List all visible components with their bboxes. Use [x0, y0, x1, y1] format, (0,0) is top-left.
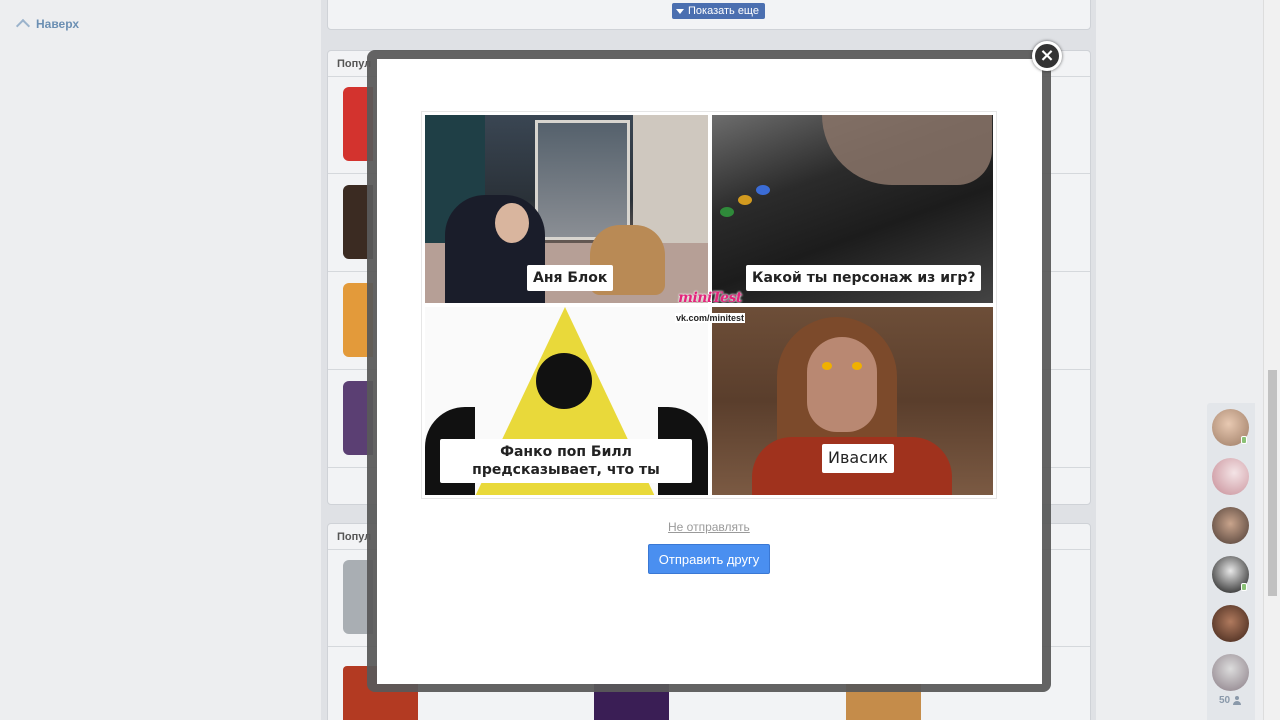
- collage-tile-3: Фанко поп Билл предсказывает, что ты: [425, 307, 708, 495]
- close-icon[interactable]: ×: [1032, 41, 1062, 71]
- back-to-top-label: Наверх: [36, 16, 80, 31]
- scene-hand: [822, 115, 992, 185]
- tile-caption: Ивасик: [822, 444, 895, 473]
- tile-caption: Фанко поп Билл предсказывает, что ты: [440, 439, 692, 484]
- back-to-top-link[interactable]: Наверх: [15, 16, 80, 34]
- scrollbar-thumb[interactable]: [1268, 370, 1277, 596]
- chevron-up-icon: [15, 18, 31, 34]
- feed-card-top: Показать еще: [327, 0, 1091, 30]
- minitest-url: vk.com/minitest: [674, 313, 746, 323]
- quiz-collage: Аня Блок Какой ты персонаж из игр? Фанко…: [421, 111, 997, 499]
- caret-down-icon: [676, 8, 684, 14]
- send-to-friend-button[interactable]: Отправить другу: [648, 544, 770, 574]
- person-icon: [1233, 696, 1242, 705]
- online-indicator: [1241, 436, 1247, 444]
- controller-button: [720, 207, 734, 217]
- tile-caption: Аня Блок: [527, 265, 614, 292]
- dont-send-link[interactable]: Не отправлять: [668, 520, 750, 534]
- friends-count[interactable]: 50: [1219, 695, 1242, 706]
- collage-tile-4: Ивасик: [712, 307, 993, 495]
- show-more-label: Показать еще: [688, 5, 759, 17]
- scene-eye: [852, 362, 862, 370]
- controller-button: [738, 195, 752, 205]
- online-indicator: [1241, 583, 1247, 591]
- collage-tile-2: Какой ты персонаж из игр?: [712, 115, 993, 303]
- controller-button: [756, 185, 770, 195]
- friend-avatar[interactable]: [1212, 507, 1249, 544]
- friends-online-panel: 50: [1207, 403, 1255, 720]
- friend-avatar[interactable]: [1212, 654, 1249, 691]
- scene-eye: [536, 353, 592, 409]
- tile-caption: Какой ты персонаж из игр?: [746, 265, 982, 292]
- scene-window: [535, 120, 630, 240]
- scene-head: [495, 203, 529, 243]
- friends-count-value: 50: [1219, 695, 1231, 706]
- scene-eye: [822, 362, 832, 370]
- collage-tile-1: Аня Блок: [425, 115, 708, 303]
- page-scrollbar[interactable]: [1263, 0, 1280, 720]
- friend-avatar[interactable]: [1212, 605, 1249, 642]
- show-more-button[interactable]: Показать еще: [672, 3, 765, 19]
- minitest-watermark: miniTest vk.com/minitest: [674, 290, 746, 325]
- friend-avatar[interactable]: [1212, 458, 1249, 495]
- close-glyph: ×: [1039, 44, 1055, 66]
- scene-face: [807, 337, 877, 432]
- minitest-logo: miniTest: [678, 290, 742, 306]
